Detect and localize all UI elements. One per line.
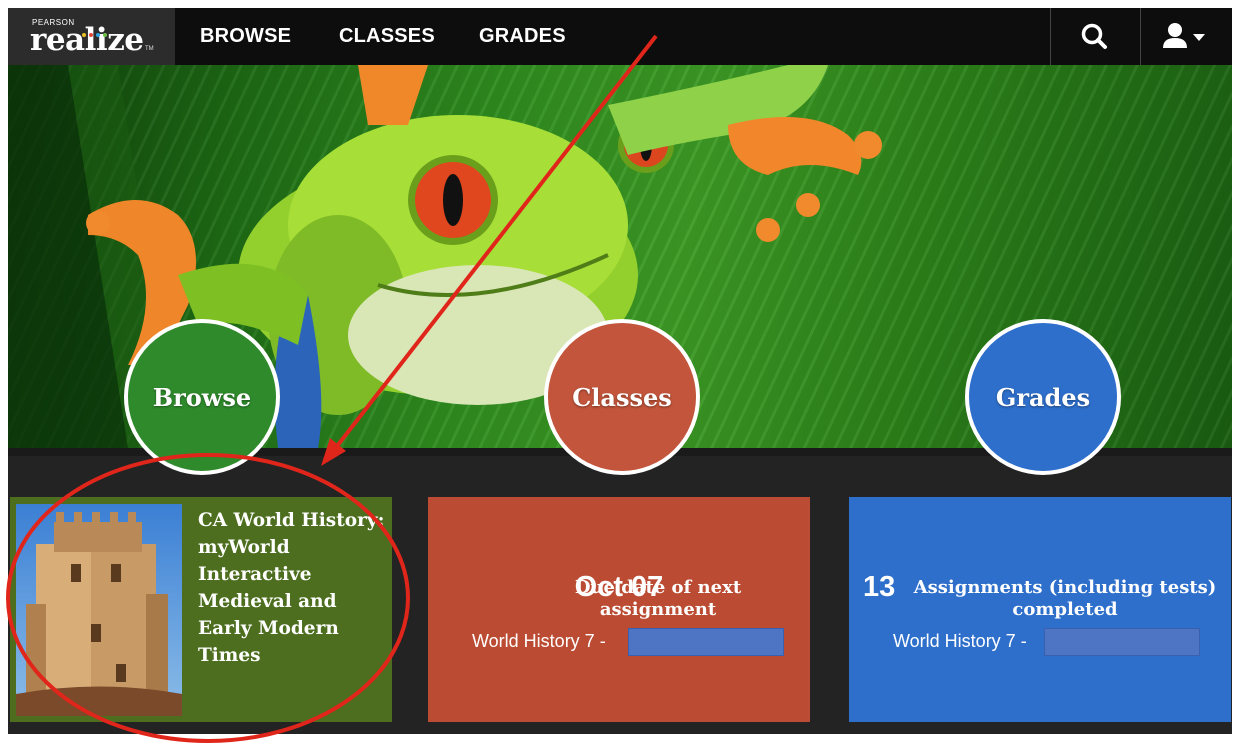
user-icon bbox=[1163, 23, 1205, 48]
classes-circle-button[interactable]: Classes bbox=[544, 319, 700, 475]
class-name-label: World History 7 - bbox=[472, 631, 606, 651]
redacted-class-name bbox=[1044, 628, 1200, 656]
program-title: CA World History: myWorld Interactive Me… bbox=[198, 510, 385, 666]
search-button[interactable] bbox=[1050, 8, 1140, 65]
assignments-completed-tile[interactable]: 13 Assignments (including tests) complet… bbox=[849, 497, 1231, 722]
nav-link-browse[interactable]: BROWSE bbox=[200, 25, 291, 48]
brand-dots-icon bbox=[82, 24, 110, 42]
browse-program-tile[interactable]: CA World History: myWorld Interactive Me… bbox=[10, 497, 392, 722]
next-due-label: Due date of next assignment bbox=[574, 577, 742, 620]
grades-circle-button[interactable]: Grades bbox=[965, 319, 1121, 475]
class-name-label: World History 7 - bbox=[893, 631, 1027, 651]
app-frame: PEARSON realize TM BROWSE CLASSES GRADES bbox=[8, 8, 1232, 734]
pearson-realize-logo[interactable]: PEARSON realize TM bbox=[8, 8, 175, 65]
search-icon bbox=[1081, 23, 1107, 49]
brand-trademark: TM bbox=[145, 46, 154, 52]
nav-link-grades[interactable]: GRADES bbox=[479, 25, 566, 48]
redacted-class-name bbox=[628, 628, 784, 656]
nav-link-classes[interactable]: CLASSES bbox=[339, 25, 435, 48]
castle-tower-image bbox=[16, 504, 182, 716]
next-assignment-tile[interactable]: Oct 07 Due date of next assignment World… bbox=[428, 497, 810, 722]
assignments-completed-count: 13 bbox=[863, 571, 896, 603]
assignments-completed-label: Assignments (including tests) completed bbox=[913, 577, 1217, 620]
chevron-down-icon bbox=[1193, 34, 1205, 41]
user-menu-button[interactable] bbox=[1141, 8, 1232, 65]
top-nav: PEARSON realize TM BROWSE CLASSES GRADES bbox=[8, 8, 1232, 65]
browse-circle-button[interactable]: Browse bbox=[124, 319, 280, 475]
